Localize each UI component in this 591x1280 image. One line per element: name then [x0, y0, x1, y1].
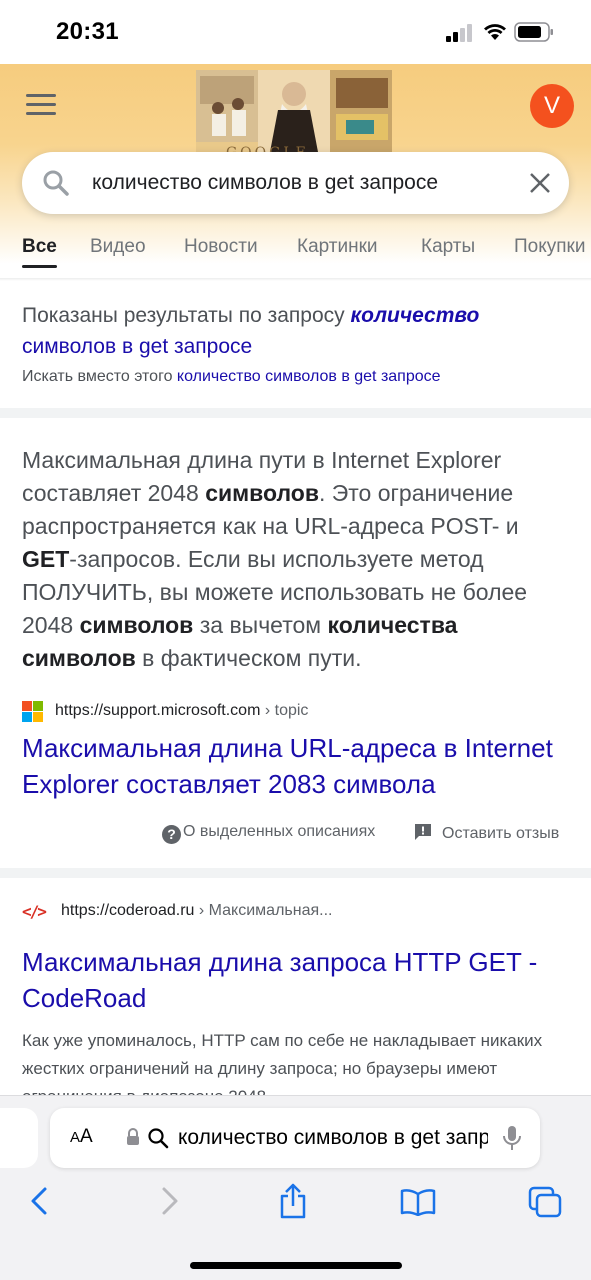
spelling-correction: Показаны результаты по запросу количеств… [22, 300, 572, 386]
tab-images[interactable]: Картинки [297, 236, 378, 258]
search-instead-link[interactable]: количество символов в get запросе [177, 368, 441, 385]
lock-icon [127, 1128, 139, 1145]
section-separator [0, 408, 591, 418]
address-bar[interactable]: AA количество символов в get запросе [50, 1108, 540, 1168]
battery-icon [514, 22, 553, 42]
snippet-bold: GET [22, 546, 70, 572]
help-icon: ? [162, 825, 181, 844]
reader-settings-button[interactable]: AA [70, 1126, 93, 1148]
tabs-icon[interactable] [528, 1186, 562, 1218]
source-path: › topic [260, 702, 309, 719]
aa-big: A [80, 1126, 93, 1147]
tab-video[interactable]: Видео [90, 236, 146, 258]
search-box[interactable]: количество символов в get запросе [22, 152, 569, 214]
close-icon[interactable] [528, 171, 552, 195]
snippet-text: в фактическом пути. [135, 645, 362, 671]
aa-small: A [70, 1129, 81, 1146]
corrected-query-bold[interactable]: количество [351, 304, 480, 327]
snippet-feedback-row: ? О выделенных описаниях Оставить отзыв [0, 823, 591, 847]
snippet-text: за вычетом [193, 612, 328, 638]
search-tabs: Все Видео Новости Картинки Карты Покупки [0, 220, 591, 280]
coderoad-favicon-icon: </> [22, 902, 47, 921]
showing-results-prefix: Показаны результаты по запросу [22, 304, 345, 327]
google-doodle[interactable]: GOOGLE [196, 70, 392, 160]
back-icon[interactable] [28, 1186, 52, 1216]
section-separator [0, 868, 591, 878]
microphone-icon[interactable] [502, 1124, 522, 1152]
feedback-icon [415, 824, 431, 840]
forward-icon[interactable] [157, 1186, 181, 1216]
search-instead-prefix: Искать вместо этого [22, 368, 173, 385]
feedback-label: Оставить отзыв [442, 825, 560, 842]
result-title-link[interactable]: Максимальная длина URL-адреса в Internet… [22, 730, 582, 802]
tab-all[interactable]: Все [22, 236, 57, 258]
source-path: › Максимальная... [194, 902, 333, 919]
address-text[interactable]: количество символов в get запросе [178, 1126, 488, 1150]
cellular-signal-icon [446, 24, 472, 42]
safari-toolbar: AA количество символов в get запросе [0, 1095, 591, 1280]
tab-news[interactable]: Новости [184, 236, 258, 258]
previous-tab-preview[interactable] [0, 1108, 38, 1168]
hamburger-menu-icon[interactable] [26, 94, 56, 118]
search-icon[interactable] [42, 169, 70, 197]
source-url: https://support.microsoft.com [55, 702, 261, 719]
status-bar: 20:31 [0, 0, 591, 64]
snippet-bold: символов [205, 480, 319, 506]
home-indicator [190, 1262, 402, 1269]
source-url: https://coderoad.ru [61, 902, 195, 919]
status-time: 20:31 [56, 18, 119, 45]
send-feedback-button[interactable]: Оставить отзыв [414, 823, 559, 843]
tab-shopping[interactable]: Покупки [514, 236, 585, 258]
search-input[interactable]: количество символов в get запросе [92, 171, 438, 195]
tabs-divider [0, 278, 591, 281]
active-tab-indicator [22, 265, 57, 268]
snippet-bold: символов [79, 612, 194, 638]
search-icon [148, 1128, 169, 1149]
featured-snippet-text: Максимальная длина пути в Internet Explo… [22, 444, 574, 675]
corrected-query-rest[interactable]: символов в get запросе [22, 335, 252, 358]
tab-maps[interactable]: Карты [421, 236, 475, 258]
result-title-link[interactable]: Максимальная длина запроса HTTP GET - Co… [22, 944, 582, 1016]
about-label: О выделенных описаниях [183, 823, 376, 840]
account-avatar[interactable]: V [530, 84, 574, 128]
microsoft-favicon-icon [22, 701, 43, 722]
wifi-icon [484, 24, 506, 40]
bookmarks-icon[interactable] [400, 1188, 436, 1216]
about-featured-snippets[interactable]: ? О выделенных описаниях [162, 823, 375, 844]
share-icon[interactable] [278, 1182, 308, 1220]
